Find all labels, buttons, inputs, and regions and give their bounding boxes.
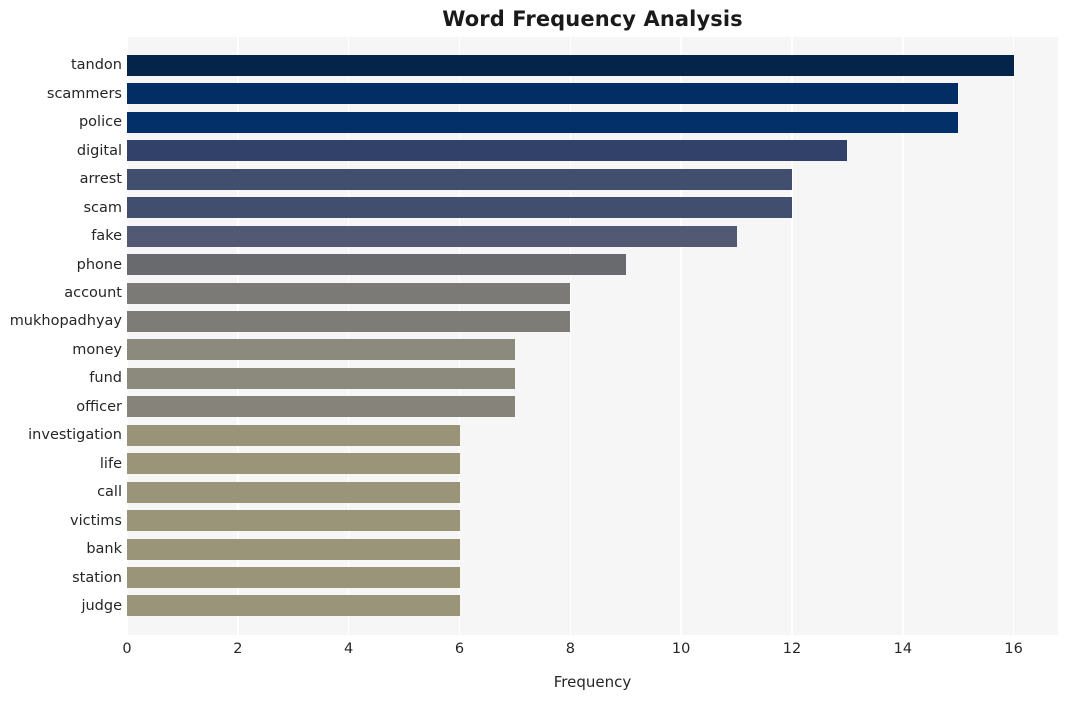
bar-tandon: [127, 54, 1014, 76]
y-tick-label-money: money: [72, 341, 122, 358]
x-axis-tick-labels: 0 2 4 6 8 10 12 14 16: [122, 641, 1058, 663]
bar-phone: [127, 254, 626, 276]
bar-arrest: [127, 168, 792, 190]
bar-judge: [127, 595, 460, 617]
bar-account: [127, 282, 571, 304]
bar-scam: [127, 197, 792, 219]
y-tick-label-scammers: scammers: [46, 85, 122, 102]
bar-police: [127, 111, 959, 133]
chart-figure: Word Frequency Analysis tandon scammers po…: [0, 0, 1068, 701]
x-axis-title: Frequency: [553, 673, 632, 691]
y-tick-label-station: station: [72, 569, 122, 586]
y-tick-label-victims: victims: [70, 512, 122, 529]
x-tick-label-8: 8: [565, 641, 575, 657]
plot-area: [127, 37, 1058, 635]
y-tick-label-phone: phone: [76, 256, 122, 273]
x-tick-label-12: 12: [782, 641, 802, 657]
bar-life: [127, 453, 460, 475]
bar-station: [127, 567, 460, 589]
y-tick-label-mukhopadhyay: mukhopadhyay: [9, 313, 122, 330]
y-tick-label-fake: fake: [91, 228, 122, 245]
y-tick-label-investigation: investigation: [28, 427, 122, 444]
y-axis-tick-labels: tandon scammers police digital arrest scam fak…: [0, 37, 122, 635]
y-tick-label-police: police: [78, 114, 122, 131]
x-tick-label-2: 2: [233, 641, 243, 657]
bar-fake: [127, 225, 737, 247]
x-tick-label-16: 16: [1004, 641, 1023, 657]
y-tick-label-arrest: arrest: [79, 171, 122, 188]
y-tick-label-digital: digital: [76, 142, 122, 159]
chart-title: Word Frequency Analysis: [442, 7, 743, 31]
bar-money: [127, 339, 515, 361]
y-tick-label-scam: scam: [83, 199, 122, 216]
y-tick-label-fund: fund: [89, 370, 122, 387]
bar-call: [127, 481, 460, 503]
x-tick-label-0: 0: [122, 641, 132, 657]
bar-series: [127, 37, 1058, 635]
x-tick-label-4: 4: [344, 641, 354, 657]
bar-investigation: [127, 424, 460, 446]
x-tick-label-6: 6: [454, 641, 465, 657]
y-tick-label-officer: officer: [76, 398, 122, 415]
y-tick-label-tandon: tandon: [70, 57, 122, 74]
bar-mukhopadhyay: [127, 310, 571, 332]
y-tick-label-judge: judge: [81, 597, 122, 614]
y-tick-label-account: account: [64, 285, 122, 302]
bar-digital: [127, 140, 848, 162]
y-tick-label-call: call: [97, 484, 122, 501]
y-tick-label-bank: bank: [86, 541, 122, 558]
bar-officer: [127, 396, 515, 418]
x-tick-label-14: 14: [893, 641, 913, 657]
bar-scammers: [127, 83, 959, 105]
x-tick-label-10: 10: [671, 641, 691, 657]
bar-fund: [127, 367, 515, 389]
bar-victims: [127, 510, 460, 532]
bar-bank: [127, 538, 460, 560]
y-tick-label-life: life: [99, 455, 122, 472]
